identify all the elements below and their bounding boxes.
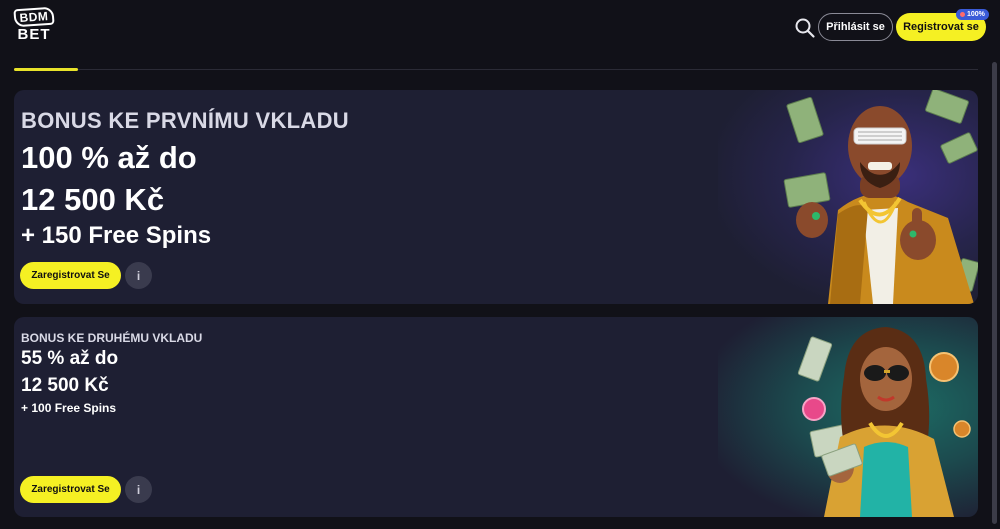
site-header: BDM BET Přihlásit se Registrovat se 100% <box>0 0 1000 71</box>
badge-text: 100% <box>967 11 985 18</box>
promo-free-spins: + 150 Free Spins <box>21 222 212 249</box>
logo-text-bottom: BET <box>17 26 51 43</box>
register-bonus-badge: 100% <box>956 9 989 20</box>
info-icon[interactable]: i <box>125 262 152 289</box>
tab-divider <box>14 69 978 70</box>
promo-character-illustration <box>797 327 971 517</box>
register-cta-button[interactable]: Zaregistrovat Se <box>20 262 121 289</box>
promo-free-spins: + 100 Free Spins <box>21 401 117 415</box>
promo-percent: 100 % až do <box>21 140 197 175</box>
login-button[interactable]: Přihlásit se <box>818 13 893 41</box>
promo-card-first-deposit: BONUS KE PRVNÍMU VKLADU 100 % až do 12 5… <box>14 90 978 304</box>
promo-amount: 12 500 Kč <box>21 182 165 217</box>
page-scrollbar[interactable] <box>992 62 997 524</box>
promo-percent: 55 % až do <box>21 348 119 369</box>
promo-title: BONUS KE PRVNÍMU VKLADU <box>21 108 349 133</box>
badge-gift-icon <box>960 12 965 17</box>
promo-card-second-deposit: BONUS KE DRUHÉMU VKLADU 55 % až do 12 50… <box>14 317 978 517</box>
register-cta-button[interactable]: Zaregistrovat Se <box>20 476 121 503</box>
search-icon[interactable] <box>794 17 816 39</box>
logo-text-top: BDM <box>13 6 55 28</box>
promo-title: BONUS KE DRUHÉMU VKLADU <box>21 331 203 345</box>
promo-character-illustration <box>783 90 978 304</box>
promo-amount: 12 500 Kč <box>21 375 109 396</box>
active-tab-indicator <box>14 68 78 71</box>
bdmbet-logo[interactable]: BDM BET <box>13 6 55 44</box>
info-icon[interactable]: i <box>125 476 152 503</box>
